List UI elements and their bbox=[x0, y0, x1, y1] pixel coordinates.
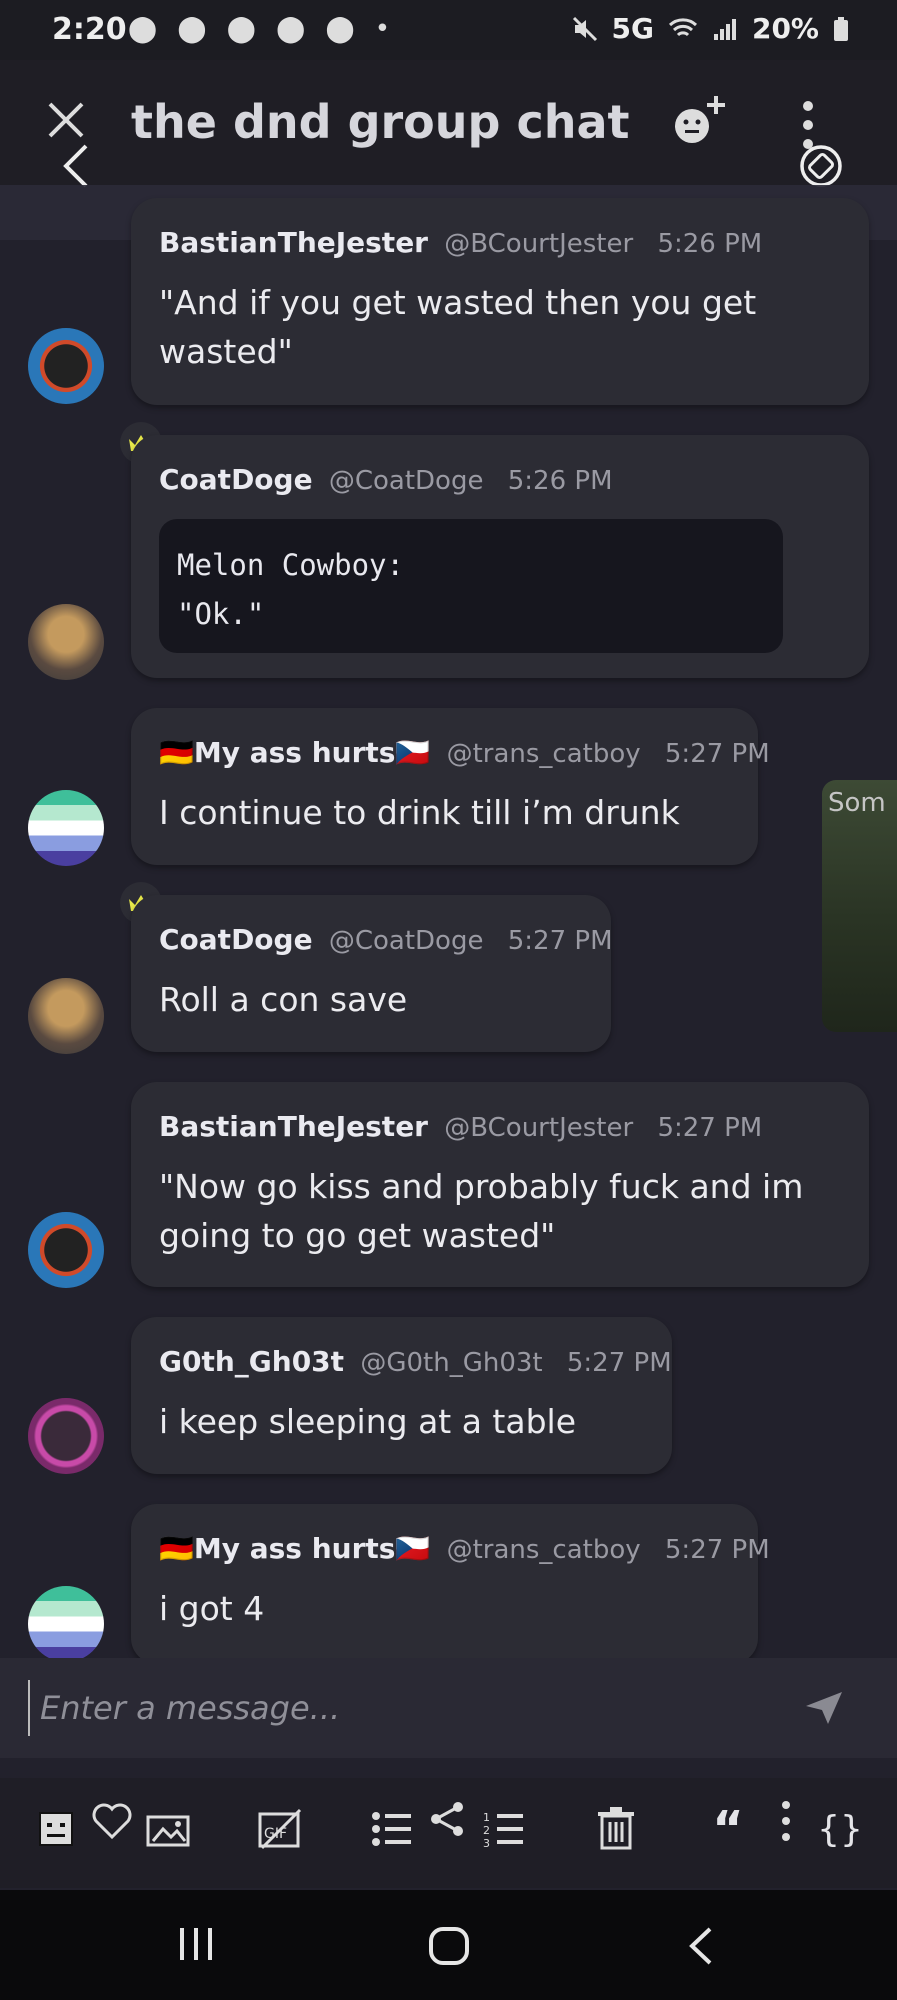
message-line: wasted" bbox=[159, 332, 293, 371]
message-meta: 🇩🇪My ass hurts🇨🇿 @trans_catboy 5:27 PM bbox=[159, 736, 770, 769]
share-icon[interactable] bbox=[424, 1794, 472, 1844]
gif-icon[interactable]: GIF bbox=[256, 1804, 304, 1854]
status-time: 2:20 bbox=[52, 12, 127, 47]
message-line: i keep sleeping at a table bbox=[159, 1402, 577, 1441]
avatar[interactable] bbox=[28, 1212, 104, 1288]
sender-name[interactable]: CoatDoge bbox=[159, 463, 313, 496]
svg-text:3: 3 bbox=[483, 1837, 490, 1848]
avatar[interactable] bbox=[28, 604, 104, 680]
avatar[interactable] bbox=[28, 328, 104, 404]
network-label: 5G bbox=[611, 12, 654, 45]
sender-name[interactable]: BastianTheJester bbox=[159, 1110, 428, 1143]
sender-handle: @trans_catboy bbox=[446, 739, 641, 769]
notification-icons: ⬤ ⬤ ⬤ ⬤ ⬤ • bbox=[128, 14, 397, 44]
battery-level: 20% bbox=[751, 12, 819, 45]
message-meta: 🇩🇪My ass hurts🇨🇿 @trans_catboy 5:27 PM bbox=[159, 1532, 770, 1565]
message-line: "Now go kiss and probably fuck and im bbox=[159, 1167, 804, 1206]
svg-text:1: 1 bbox=[483, 1811, 490, 1824]
sender-name[interactable]: BastianTheJester bbox=[159, 226, 428, 259]
bullet-list-icon[interactable] bbox=[368, 1804, 416, 1854]
message-line: "And if you get wasted then you get bbox=[159, 283, 757, 322]
delete-icon[interactable] bbox=[592, 1804, 640, 1854]
chat-header: the dnd group chat bbox=[0, 60, 897, 185]
message-input[interactable]: Enter a message... bbox=[28, 1680, 780, 1736]
message-line: going to go get wasted" bbox=[159, 1216, 556, 1255]
sender-handle: @BCourtJester bbox=[444, 1113, 634, 1143]
heart-icon[interactable] bbox=[88, 1796, 136, 1846]
message-time: 5:27 PM bbox=[664, 739, 770, 769]
message-meta: BastianTheJester @BCourtJester 5:26 PM bbox=[159, 226, 762, 259]
message-time: 5:26 PM bbox=[657, 229, 763, 259]
message-time: 5:27 PM bbox=[657, 1113, 763, 1143]
image-icon[interactable] bbox=[144, 1804, 192, 1854]
system-navigation-bar bbox=[0, 1890, 897, 2000]
chat-title: the dnd group chat bbox=[131, 95, 630, 149]
message-text: "And if you get wasted then you get wast… bbox=[159, 278, 756, 376]
wifi-icon bbox=[668, 17, 697, 36]
message-bubble[interactable]: 🇩🇪My ass hurts🇨🇿 @trans_catboy 5:27 PM I… bbox=[131, 708, 770, 865]
message-time: 5:26 PM bbox=[507, 466, 613, 496]
message-line: i got 4 bbox=[159, 1589, 265, 1628]
mute-icon bbox=[572, 16, 597, 41]
code-line: "Ok." bbox=[177, 597, 265, 631]
status-bar: 2:20 ⬤ ⬤ ⬤ ⬤ ⬤ • 5G 20% bbox=[0, 0, 897, 60]
emoji-icon[interactable] bbox=[32, 1804, 80, 1854]
svg-text:2: 2 bbox=[483, 1824, 490, 1837]
add-member-icon[interactable] bbox=[668, 92, 728, 152]
sender-handle: @trans_catboy bbox=[446, 1535, 641, 1565]
avatar[interactable] bbox=[28, 1586, 104, 1662]
code-line: Melon Cowboy: bbox=[177, 548, 404, 582]
send-icon[interactable] bbox=[804, 1690, 844, 1726]
sender-name[interactable]: 🇩🇪My ass hurts🇨🇿 bbox=[159, 1532, 430, 1565]
status-right: 5G 20% bbox=[572, 12, 850, 45]
more-vertical-icon[interactable] bbox=[762, 1796, 810, 1846]
numbered-list-icon[interactable]: 123 bbox=[480, 1804, 528, 1854]
message-time: 5:27 PM bbox=[507, 926, 613, 956]
signal-icon bbox=[713, 18, 736, 40]
sender-name[interactable]: 🇩🇪My ass hurts🇨🇿 bbox=[159, 736, 430, 769]
sender-handle: @G0th_Gh03t bbox=[360, 1348, 543, 1378]
message-time: 5:27 PM bbox=[664, 1535, 770, 1565]
message-time: 5:27 PM bbox=[566, 1348, 672, 1378]
formatting-toolbar: GIF 123 “ {} bbox=[0, 1778, 897, 1888]
message-meta: CoatDoge @CoatDoge 5:27 PM bbox=[159, 923, 613, 956]
message-text: I continue to drink till i’m drunk bbox=[159, 788, 680, 837]
code-block: Melon Cowboy: "Ok." bbox=[159, 519, 783, 653]
nav-back-icon[interactable] bbox=[686, 1926, 716, 1966]
message-bubble[interactable]: CoatDoge @CoatDoge 5:27 PM Roll a con sa… bbox=[131, 895, 613, 1052]
message-line: Roll a con save bbox=[159, 980, 408, 1019]
battery-icon bbox=[834, 16, 848, 41]
sender-handle: @CoatDoge bbox=[328, 466, 484, 496]
message-text: i keep sleeping at a table bbox=[159, 1397, 576, 1446]
message-meta: G0th_Gh03t @G0th_Gh03t 5:27 PM bbox=[159, 1345, 672, 1378]
home-icon[interactable] bbox=[428, 1926, 470, 1966]
message-meta: BastianTheJester @BCourtJester 5:27 PM bbox=[159, 1110, 762, 1143]
sender-name[interactable]: CoatDoge bbox=[159, 923, 313, 956]
message-text: Roll a con save bbox=[159, 975, 407, 1024]
sender-name[interactable]: G0th_Gh03t bbox=[159, 1345, 344, 1378]
recent-apps-icon[interactable] bbox=[176, 1926, 216, 1962]
message-bubble[interactable]: BastianTheJester @BCourtJester 5:26 PM "… bbox=[131, 198, 869, 405]
back-icon[interactable] bbox=[60, 142, 90, 190]
message-composer: Enter a message... bbox=[0, 1658, 897, 1758]
message-bubble[interactable]: 🇩🇪My ass hurts🇨🇿 @trans_catboy 5:27 PM i… bbox=[131, 1504, 770, 1664]
avatar[interactable] bbox=[28, 1398, 104, 1474]
side-media-preview[interactable]: Som bbox=[822, 780, 897, 1032]
message-bubble[interactable]: BastianTheJester @BCourtJester 5:27 PM "… bbox=[131, 1082, 869, 1287]
avatar[interactable] bbox=[28, 978, 104, 1054]
message-bubble[interactable]: CoatDoge @CoatDoge 5:26 PM Melon Cowboy:… bbox=[131, 435, 869, 678]
avatar[interactable] bbox=[28, 790, 104, 866]
quote-icon[interactable]: “ bbox=[704, 1801, 752, 1857]
code-braces-icon[interactable]: {} bbox=[816, 1804, 864, 1854]
preview-text: Som bbox=[828, 788, 886, 818]
sender-handle: @CoatDoge bbox=[328, 926, 484, 956]
close-icon[interactable] bbox=[46, 100, 86, 140]
message-bubble[interactable]: G0th_Gh03t @G0th_Gh03t 5:27 PM i keep sl… bbox=[131, 1317, 672, 1474]
rotate-icon[interactable] bbox=[798, 143, 844, 189]
message-text: i got 4 bbox=[159, 1584, 264, 1633]
sender-handle: @BCourtJester bbox=[444, 229, 634, 259]
message-meta: CoatDoge @CoatDoge 5:26 PM bbox=[159, 463, 613, 496]
message-line: I continue to drink till i’m drunk bbox=[159, 793, 680, 832]
message-text: "Now go kiss and probably fuck and im go… bbox=[159, 1162, 803, 1260]
